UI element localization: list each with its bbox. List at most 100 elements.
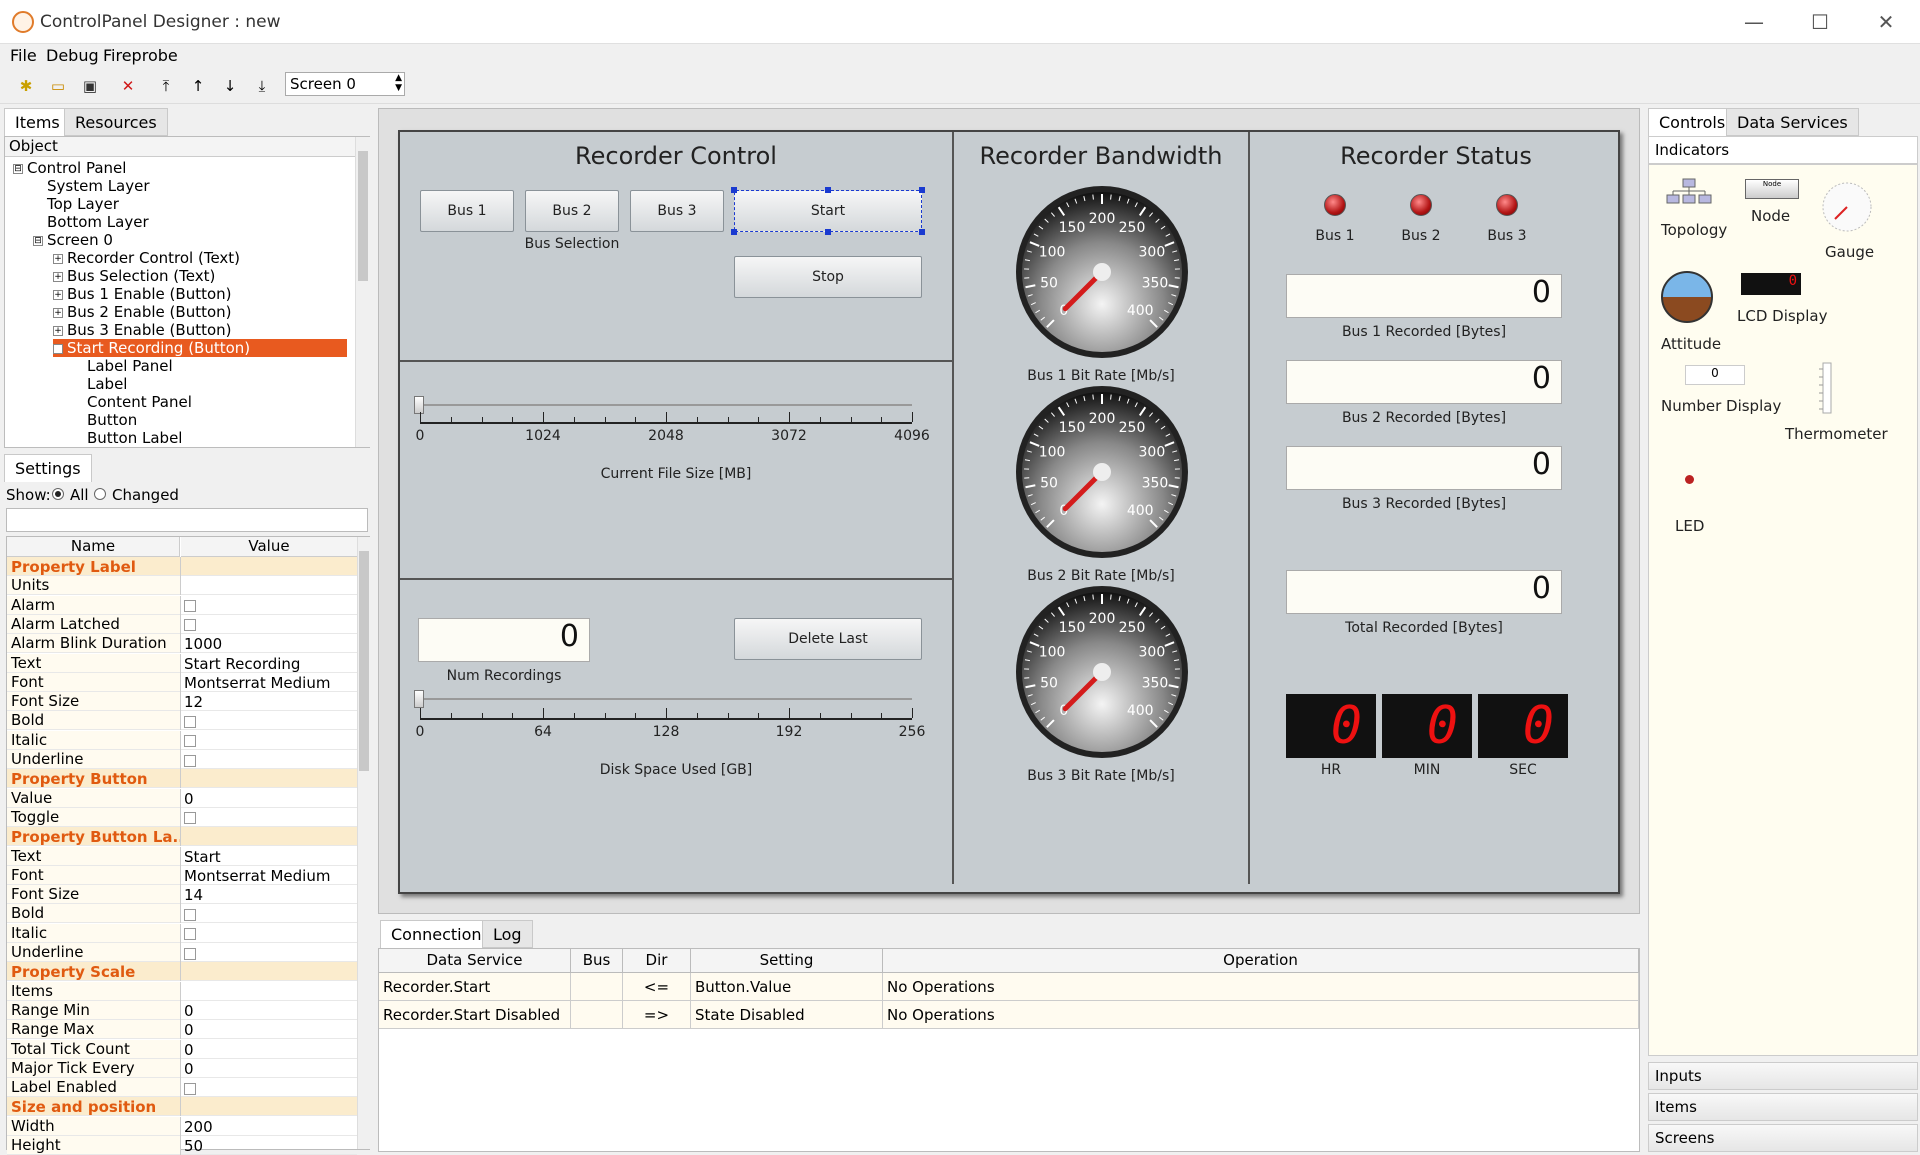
property-value[interactable]: Start Recording bbox=[184, 655, 300, 673]
property-value[interactable]: 0 bbox=[184, 1060, 194, 1078]
close-icon[interactable]: ✕ bbox=[1858, 6, 1914, 38]
property-row[interactable]: Font Size 14 bbox=[7, 885, 357, 905]
expander-icon[interactable]: − bbox=[53, 343, 63, 354]
lcd-display-icon[interactable]: 0 bbox=[1741, 273, 1801, 295]
menu-fireprobe[interactable]: Fireprobe bbox=[103, 46, 178, 65]
property-value[interactable]: 1000 bbox=[184, 635, 222, 653]
property-row[interactable]: Items bbox=[7, 981, 357, 1001]
checkbox[interactable] bbox=[184, 715, 196, 728]
property-checkbox[interactable] bbox=[184, 1079, 196, 1097]
tree-item[interactable]: + Bus 1 Enable (Button) bbox=[53, 285, 232, 303]
property-row[interactable]: Width 200 bbox=[7, 1116, 357, 1136]
property-checkbox[interactable] bbox=[184, 732, 196, 750]
property-row[interactable]: Major Tick Every 0 bbox=[7, 1058, 357, 1078]
connection-cell[interactable] bbox=[571, 973, 623, 1001]
selection-handle[interactable] bbox=[919, 187, 925, 193]
bus2-button[interactable]: Bus 2 bbox=[525, 190, 619, 232]
tab-data-services[interactable]: Data Services bbox=[1726, 108, 1859, 136]
property-value[interactable]: 0 bbox=[184, 1021, 194, 1039]
new-file-icon[interactable]: ✱ bbox=[16, 76, 36, 96]
property-row[interactable]: Range Max 0 bbox=[7, 1020, 357, 1040]
property-checkbox[interactable] bbox=[184, 616, 196, 634]
spinner-arrows-icon[interactable]: ▲ ▼ bbox=[395, 73, 402, 93]
checkbox[interactable] bbox=[184, 1082, 196, 1095]
move-up-icon[interactable]: ↑ bbox=[188, 76, 208, 96]
checkbox[interactable] bbox=[184, 928, 196, 941]
property-checkbox[interactable] bbox=[184, 905, 196, 923]
move-to-top-icon[interactable]: ⤒ bbox=[156, 76, 176, 96]
property-value[interactable]: 12 bbox=[184, 693, 203, 711]
connection-cell[interactable]: Button.Value bbox=[691, 973, 883, 1001]
tree-item[interactable]: Bottom Layer bbox=[33, 213, 149, 231]
tree-item[interactable]: Content Panel bbox=[73, 393, 192, 411]
expander-icon[interactable]: + bbox=[53, 289, 63, 300]
tab-settings[interactable]: Settings bbox=[4, 454, 92, 482]
topology-icon[interactable] bbox=[1665, 177, 1713, 209]
property-value[interactable]: 200 bbox=[184, 1118, 213, 1136]
tree-item[interactable]: + Bus Selection (Text) bbox=[53, 267, 215, 285]
checkbox[interactable] bbox=[184, 947, 196, 960]
tree-item[interactable]: System Layer bbox=[33, 177, 150, 195]
tab-items[interactable]: Items bbox=[4, 108, 71, 136]
property-value[interactable]: 0 bbox=[184, 1002, 194, 1020]
property-checkbox[interactable] bbox=[184, 925, 196, 943]
tree-item[interactable]: + Bus 2 Enable (Button) bbox=[53, 303, 232, 321]
property-row[interactable]: Units bbox=[7, 576, 357, 596]
property-row[interactable]: Height 50 bbox=[7, 1136, 357, 1155]
menu-debug[interactable]: Debug bbox=[46, 46, 99, 65]
connection-cell[interactable]: Recorder.Start Disabled bbox=[379, 1001, 571, 1029]
move-down-icon[interactable]: ↓ bbox=[220, 76, 240, 96]
property-value[interactable]: 0 bbox=[184, 1041, 194, 1059]
connection-cell[interactable]: Recorder.Start bbox=[379, 973, 571, 1001]
bus1-button[interactable]: Bus 1 bbox=[420, 190, 514, 232]
property-row[interactable]: Underline bbox=[7, 943, 357, 962]
property-row[interactable]: Font Montserrat Medium bbox=[7, 865, 357, 885]
expander-icon[interactable]: + bbox=[53, 307, 63, 318]
save-icon[interactable]: ▣ bbox=[80, 76, 100, 96]
maximize-icon[interactable]: ☐ bbox=[1792, 6, 1848, 38]
checkbox[interactable] bbox=[184, 600, 196, 613]
tree-item[interactable]: ⊟ Control Panel bbox=[13, 159, 126, 177]
minimize-icon[interactable]: — bbox=[1726, 6, 1782, 38]
tab-resources[interactable]: Resources bbox=[64, 108, 168, 136]
property-row[interactable]: Toggle bbox=[7, 807, 357, 827]
checkbox[interactable] bbox=[184, 754, 196, 767]
expander-icon[interactable]: + bbox=[53, 325, 63, 336]
attitude-icon[interactable] bbox=[1661, 271, 1713, 323]
number-display-icon[interactable]: 0 bbox=[1685, 365, 1745, 385]
expander-icon[interactable]: ⊟ bbox=[33, 235, 43, 246]
checkbox[interactable] bbox=[184, 908, 196, 921]
property-value[interactable]: 50 bbox=[184, 1137, 203, 1155]
property-row[interactable]: Font Size 12 bbox=[7, 692, 357, 712]
tree-item[interactable]: Button bbox=[73, 411, 137, 429]
property-row[interactable]: Alarm Blink Duration 1000 bbox=[7, 634, 357, 654]
connection-cell[interactable] bbox=[571, 1001, 623, 1029]
disk-slider-handle[interactable] bbox=[414, 690, 424, 708]
screen-select[interactable]: Screen 0 ▲ ▼ bbox=[285, 72, 405, 96]
connection-cell[interactable]: No Operations bbox=[883, 1001, 1639, 1029]
tree-item[interactable]: ⊟ Screen 0 bbox=[33, 231, 113, 249]
tree-item[interactable]: Top Layer bbox=[33, 195, 119, 213]
node-icon[interactable]: Node bbox=[1745, 179, 1799, 199]
thermometer-icon[interactable] bbox=[1817, 361, 1837, 417]
property-value[interactable]: 0 bbox=[184, 790, 194, 808]
property-value[interactable]: Montserrat Medium bbox=[184, 867, 330, 885]
property-row[interactable]: Alarm bbox=[7, 595, 357, 615]
accordion-screens[interactable]: Screens bbox=[1648, 1124, 1918, 1152]
delete-last-button[interactable]: Delete Last bbox=[734, 618, 922, 660]
checkbox[interactable] bbox=[184, 619, 196, 632]
selection-handle[interactable] bbox=[919, 229, 925, 235]
connection-cell[interactable]: => bbox=[623, 1001, 691, 1029]
gauge-icon[interactable] bbox=[1819, 179, 1875, 235]
indicators-header[interactable]: Indicators bbox=[1648, 136, 1918, 164]
property-scrollbar[interactable] bbox=[357, 537, 370, 1149]
tree-item[interactable]: + Bus 3 Enable (Button) bbox=[53, 321, 232, 339]
open-folder-icon[interactable]: ▭ bbox=[48, 76, 68, 96]
expander-icon[interactable]: ⊟ bbox=[13, 163, 23, 174]
selection-handle[interactable] bbox=[825, 187, 831, 193]
property-value[interactable]: Montserrat Medium bbox=[184, 674, 330, 692]
tree-item[interactable]: Label Panel bbox=[73, 357, 173, 375]
delete-icon[interactable]: ✕ bbox=[118, 76, 138, 96]
property-row[interactable]: Text Start bbox=[7, 846, 357, 866]
menu-file[interactable]: File bbox=[10, 46, 37, 65]
